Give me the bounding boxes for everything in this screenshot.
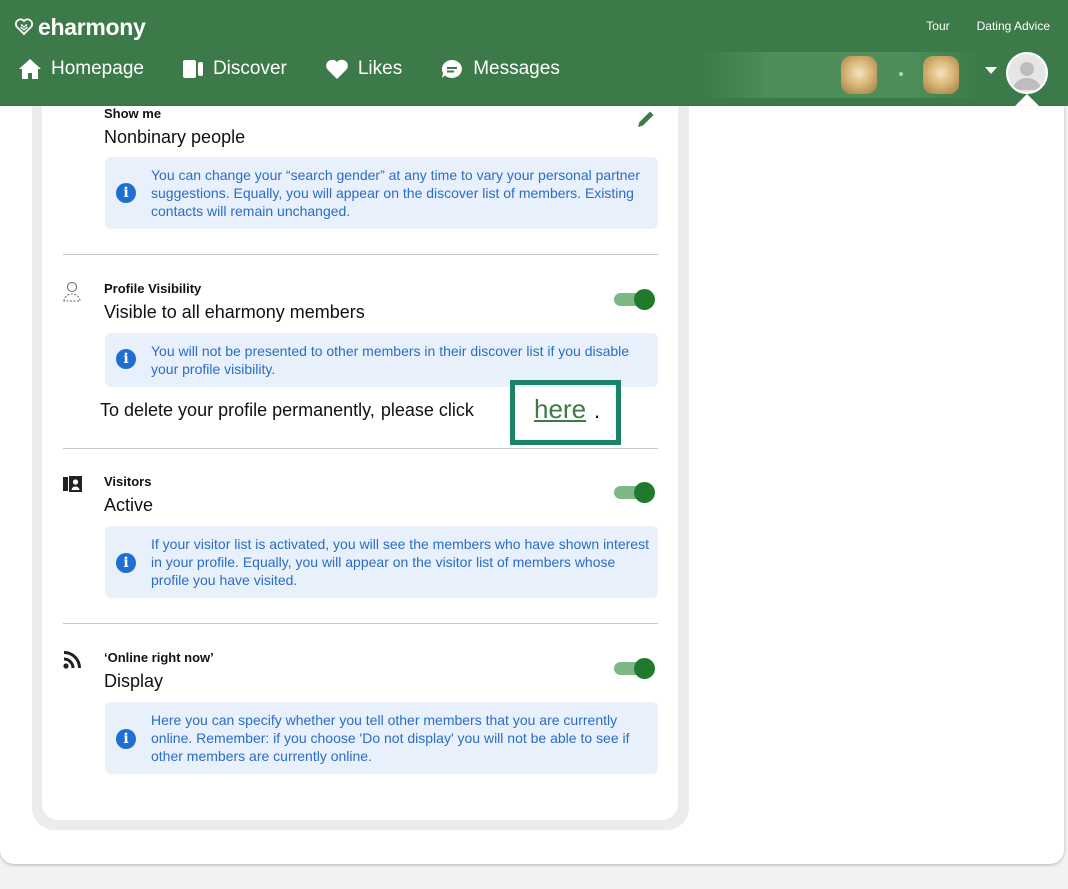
profile-thumbnail[interactable]: [841, 56, 877, 94]
settings-card: Show me Nonbinary people i You can chang…: [42, 106, 678, 820]
online-now-section: ‘Online right now’ Display i Here you ca…: [42, 650, 678, 780]
nav-messages[interactable]: Messages: [440, 58, 560, 80]
section-value: Active: [104, 495, 154, 515]
info-box: i If your visitor list is activated, you…: [105, 526, 658, 598]
info-icon: i: [116, 553, 136, 573]
delete-profile-link[interactable]: here: [534, 394, 586, 425]
chevron-down-icon[interactable]: [985, 67, 997, 74]
delete-text-part1: To delete your profile permanently,: [100, 400, 375, 420]
section-title: ‘Online right now’: [104, 650, 214, 665]
thumbnail-separator: [899, 72, 903, 76]
dropdown-pointer: [1015, 94, 1039, 106]
person-outline-icon: [63, 282, 81, 302]
section-divider: [63, 448, 658, 449]
avatar-person-icon: [1013, 62, 1041, 90]
profile-thumbnail[interactable]: [923, 56, 959, 94]
toggle-knob: [634, 482, 655, 503]
info-box: i You can change your “search gender” at…: [105, 157, 658, 229]
visitors-section: Visitors Active i If your visitor list i…: [42, 474, 678, 624]
section-divider: [63, 254, 658, 255]
eharmony-logo[interactable]: eharmony: [14, 13, 146, 41]
nav-discover[interactable]: Discover: [182, 58, 287, 80]
section-divider: [63, 623, 658, 624]
profile-visibility-toggle[interactable]: [614, 289, 656, 310]
delete-profile-text: To delete your profile permanently, pleas…: [100, 400, 474, 421]
home-icon: [19, 59, 41, 79]
section-value: Visible to all eharmony members: [104, 302, 365, 322]
pencil-edit-icon[interactable]: [635, 108, 657, 130]
show-me-section: Show me Nonbinary people i You can chang…: [42, 106, 678, 254]
section-title: Show me: [104, 106, 162, 121]
online-now-toggle[interactable]: [614, 658, 656, 679]
info-box: i Here you can specify whether you tell …: [105, 702, 658, 774]
nav-likes-label: Likes: [357, 58, 403, 79]
nav-homepage[interactable]: Homepage: [18, 58, 144, 80]
info-icon: i: [116, 729, 136, 749]
heart-icon: [326, 59, 348, 79]
visitors-icon: [63, 476, 82, 492]
section-value: Nonbinary people: [104, 127, 246, 147]
nav-discover-label: Discover: [212, 58, 287, 79]
info-icon: i: [116, 183, 136, 203]
delete-text-part2: please click: [380, 400, 474, 420]
visitors-toggle[interactable]: [614, 482, 656, 503]
info-box: i You will not be presented to other mem…: [105, 333, 658, 387]
logo-heart-icon: [15, 18, 33, 36]
tour-link[interactable]: Tour: [926, 19, 949, 33]
chat-bubble-icon: [442, 59, 463, 78]
nav-likes[interactable]: Likes: [325, 58, 402, 80]
main-nav: Homepage Discover Likes Messages: [18, 58, 598, 80]
top-links: Tour Dating Advice: [926, 19, 1050, 33]
user-avatar-button[interactable]: [1006, 52, 1048, 94]
section-title: Visitors: [104, 474, 152, 489]
info-text: You can change your “search gender” at a…: [151, 167, 640, 219]
nav-homepage-label: Homepage: [51, 58, 144, 79]
info-text: Here you can specify whether you tell ot…: [151, 712, 630, 764]
toggle-knob: [634, 658, 655, 679]
rss-signal-icon: [63, 651, 81, 669]
dating-advice-link[interactable]: Dating Advice: [977, 19, 1050, 33]
info-text: You will not be presented to other membe…: [151, 343, 630, 377]
info-text: If your visitor list is activated, you w…: [151, 536, 649, 588]
info-icon: i: [116, 349, 136, 369]
discover-cards-icon: [182, 60, 203, 78]
nav-messages-label: Messages: [473, 58, 560, 79]
logo-text: eharmony: [38, 13, 146, 40]
delete-text-period: .: [594, 398, 601, 423]
section-value: Display: [104, 671, 164, 691]
top-header: eharmony Tour Dating Advice Homepage Dis…: [0, 0, 1068, 106]
main-panel: Show me Nonbinary people i You can chang…: [0, 106, 1064, 864]
section-title: Profile Visibility: [104, 281, 202, 296]
toggle-knob: [634, 289, 655, 310]
